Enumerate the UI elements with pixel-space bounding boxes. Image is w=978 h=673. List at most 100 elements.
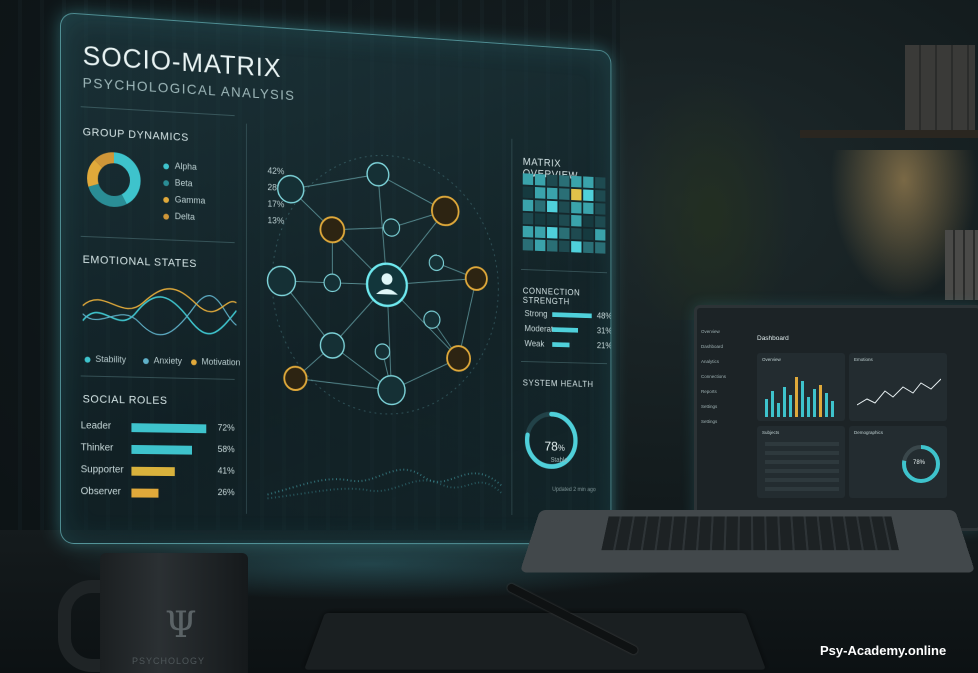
card-title: Emotions bbox=[854, 357, 873, 362]
heatmap-cell bbox=[559, 201, 569, 213]
social-roles-heading: SOCIAL ROLES bbox=[83, 393, 168, 407]
heatmap-cell bbox=[571, 241, 581, 253]
heatmap-cell bbox=[583, 202, 593, 214]
heatmap-cell bbox=[571, 228, 581, 240]
heatmap-cell bbox=[547, 227, 557, 239]
connection-bar bbox=[552, 327, 578, 332]
role-bar bbox=[131, 467, 174, 476]
heatmap-cell bbox=[535, 213, 545, 225]
legend-dot bbox=[163, 163, 169, 169]
heatmap-cell bbox=[583, 216, 593, 228]
heatmap-cell bbox=[547, 188, 557, 200]
role-label: Leader bbox=[81, 420, 111, 431]
role-label: Supporter bbox=[81, 464, 124, 475]
heatmap-cell bbox=[595, 216, 605, 228]
heatmap-cell bbox=[559, 214, 569, 226]
connection-moderate: Moderate 31% bbox=[524, 324, 610, 338]
divider bbox=[81, 375, 235, 379]
laptop-subjects-table bbox=[765, 442, 839, 492]
laptop-nav-item[interactable]: Reports bbox=[701, 384, 743, 399]
laptop-nav-item[interactable]: Settings bbox=[701, 399, 743, 414]
role-pct: 41% bbox=[218, 466, 235, 476]
card-title: Subjects bbox=[762, 430, 779, 435]
legend-label: Anxiety bbox=[154, 355, 182, 366]
node-icon bbox=[278, 175, 304, 203]
divider bbox=[521, 269, 607, 273]
heatmap-cell bbox=[595, 242, 605, 254]
role-bar bbox=[131, 489, 158, 498]
group-dynamics-donut bbox=[83, 146, 145, 213]
heatmap-cell bbox=[571, 176, 581, 188]
laptop-demographics-card: Demographics 78% bbox=[849, 426, 947, 498]
holographic-panel: SOCIO-MATRIX PSYCHOLOGICAL ANALYSIS GROU… bbox=[60, 12, 611, 544]
legend-dot bbox=[85, 357, 91, 363]
system-health-status: Stable bbox=[551, 457, 568, 464]
divider-vertical bbox=[511, 139, 512, 515]
heatmap-cell bbox=[595, 177, 605, 189]
heatmap-cell bbox=[559, 241, 569, 253]
heatmap-cell bbox=[583, 242, 593, 254]
card-title: Demographics bbox=[854, 430, 883, 435]
role-observer: Observer 26% bbox=[81, 486, 244, 501]
laptop-nav-item[interactable]: Overview bbox=[701, 324, 743, 339]
laptop-nav-item[interactable]: Analytics bbox=[701, 354, 743, 369]
connection-label: Strong bbox=[524, 309, 547, 319]
heatmap-cell bbox=[535, 187, 545, 199]
legend-label: Beta bbox=[175, 178, 193, 189]
heatmap-cell bbox=[595, 190, 605, 202]
node-icon bbox=[267, 266, 295, 296]
legend-anxiety: Anxiety bbox=[143, 355, 182, 366]
laptop-ring-value: 78% bbox=[913, 460, 925, 466]
stability-line bbox=[83, 294, 237, 334]
connection-pct: 48% bbox=[597, 311, 611, 321]
laptop-keyboard-deck bbox=[520, 510, 975, 572]
heatmap-cell bbox=[583, 229, 593, 241]
role-thinker: Thinker 58% bbox=[81, 442, 244, 458]
laptop-subjects-card: Subjects bbox=[757, 426, 845, 498]
laptop-nav-item[interactable]: Settings bbox=[701, 414, 743, 429]
updated-timestamp: Updated 2 min ago bbox=[552, 487, 596, 493]
role-pct: 72% bbox=[218, 423, 235, 433]
legend-dot bbox=[163, 180, 169, 186]
legend-label: Stability bbox=[95, 354, 126, 365]
heatmap-cell bbox=[571, 189, 581, 201]
laptop-nav-item[interactable]: Dashboard bbox=[701, 339, 743, 354]
connection-bar bbox=[552, 312, 592, 318]
heatmap-cell bbox=[547, 175, 557, 187]
role-bar bbox=[131, 423, 206, 433]
heatmap-cell bbox=[523, 239, 533, 251]
connection-strong: Strong 48% bbox=[524, 309, 610, 323]
heatmap-cell bbox=[559, 188, 569, 200]
heatmap-cell bbox=[559, 175, 569, 187]
heatmap-cell bbox=[583, 176, 593, 188]
heatmap-cell bbox=[547, 214, 557, 226]
heatmap-cell bbox=[523, 226, 533, 238]
heatmap-cell bbox=[571, 215, 581, 227]
role-pct: 26% bbox=[218, 487, 235, 497]
waveform-particles bbox=[267, 436, 502, 505]
laptop-bar-chart bbox=[765, 369, 841, 417]
matrix-heatmap bbox=[523, 173, 607, 261]
laptop-nav-item[interactable]: Connections bbox=[701, 369, 743, 384]
divider-vertical bbox=[246, 124, 247, 514]
laptop-screen: Overview Dashboard Analytics Connections… bbox=[694, 305, 978, 531]
heatmap-cell bbox=[547, 240, 557, 252]
heatmap-cell bbox=[523, 173, 533, 185]
legend-stability: Stability bbox=[85, 354, 126, 365]
laptop-line-chart bbox=[857, 373, 941, 413]
heatmap-cell bbox=[535, 174, 545, 186]
heatmap-cell bbox=[523, 213, 533, 225]
heatmap-cell bbox=[523, 200, 533, 212]
legend-label: Motivation bbox=[202, 357, 241, 368]
role-leader: Leader 72% bbox=[81, 420, 244, 436]
node-amber-icon bbox=[466, 267, 487, 290]
health-unit: % bbox=[558, 443, 565, 452]
mug-label: PSYCHOLOGY bbox=[132, 656, 205, 666]
node-icon bbox=[424, 311, 440, 329]
heatmap-cell bbox=[547, 201, 557, 213]
laptop-overview-card: Overview bbox=[757, 353, 845, 421]
connection-label: Weak bbox=[524, 339, 544, 349]
legend-dot bbox=[163, 197, 169, 203]
psi-symbol: Ψ bbox=[165, 605, 197, 646]
laptop-emotions-card: Emotions bbox=[849, 353, 947, 421]
